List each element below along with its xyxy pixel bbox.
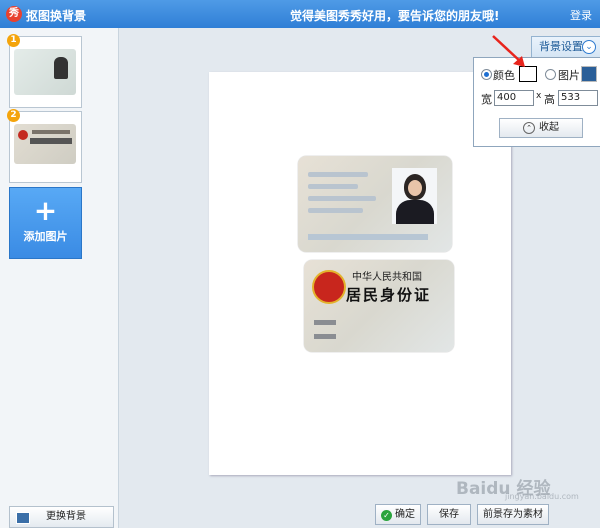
save-as-material-button[interactable]: 前景存为素材: [477, 504, 549, 525]
image-list-sidebar: 1 2 + 添加图片 更换背景: [0, 28, 119, 528]
card-title-text: 居民身份证: [346, 286, 432, 304]
collapse-label: 收起: [539, 122, 559, 133]
valid-period-field: [314, 334, 336, 339]
change-background-button[interactable]: 更换背景: [9, 506, 114, 528]
plus-icon: +: [33, 194, 58, 227]
confirm-button[interactable]: ✓ 确定: [375, 504, 421, 525]
card-country-text: 中华人民共和国: [352, 272, 422, 283]
image-radio[interactable]: [545, 69, 556, 80]
height-input[interactable]: 533: [558, 90, 598, 106]
id-card-front-image[interactable]: [298, 156, 452, 252]
collapse-button[interactable]: ⌃ 收起: [499, 118, 583, 138]
app-logo-icon: 秀: [6, 6, 22, 22]
text-line: [308, 196, 376, 201]
picture-icon[interactable]: [581, 66, 597, 82]
image-label: 图片: [558, 69, 580, 82]
id-number-field: [308, 234, 428, 240]
image-thumbnail[interactable]: 1: [7, 34, 82, 108]
window-title: 抠图换背景: [26, 9, 87, 23]
picture-icon: [16, 512, 30, 524]
confirm-label: 确定: [395, 509, 415, 520]
background-canvas[interactable]: 中华人民共和国 居民身份证: [209, 72, 511, 475]
thumbnail-badge: 2: [7, 109, 20, 122]
background-settings-tab[interactable]: 背景设置 ⌄: [531, 36, 600, 58]
checkmark-icon: ✓: [381, 510, 392, 521]
login-link[interactable]: 登录: [570, 7, 592, 23]
width-input[interactable]: 400: [494, 90, 534, 106]
share-promo-link[interactable]: 觉得美图秀秀好用，要告诉您的朋友哦!: [290, 7, 499, 24]
chevron-up-icon: ⌃: [523, 122, 535, 134]
text-line: [308, 208, 363, 213]
add-image-button[interactable]: + 添加图片: [9, 187, 82, 259]
national-emblem-icon: [312, 270, 346, 304]
width-label: 宽: [481, 93, 492, 106]
id-card-back-thumb: [14, 124, 76, 164]
watermark-url: jingyan.baidu.com: [505, 492, 579, 501]
height-label: 高: [544, 93, 555, 106]
thumbnail-badge: 1: [7, 34, 20, 47]
background-settings-label: 背景设置: [539, 40, 583, 53]
text-line: [308, 184, 358, 189]
portrait-photo: [392, 168, 437, 224]
save-button[interactable]: 保存: [427, 504, 471, 525]
text-line: [308, 172, 368, 177]
chevron-down-icon[interactable]: ⌄: [582, 40, 596, 54]
id-card-front-thumb: [14, 49, 76, 95]
times-sign: x: [536, 91, 542, 101]
add-image-label: 添加图片: [23, 230, 68, 243]
image-thumbnail[interactable]: 2: [7, 109, 82, 183]
action-bar: ✓ 确定 保存 前景存为素材: [119, 498, 600, 528]
annotation-arrow-icon: [492, 35, 525, 67]
issuing-authority-field: [314, 320, 336, 325]
change-background-label: 更换背景: [46, 511, 86, 522]
id-card-back-image[interactable]: 中华人民共和国 居民身份证: [304, 260, 454, 352]
title-bar: 秀 抠图换背景 觉得美图秀秀好用，要告诉您的朋友哦! 登录: [0, 0, 600, 28]
